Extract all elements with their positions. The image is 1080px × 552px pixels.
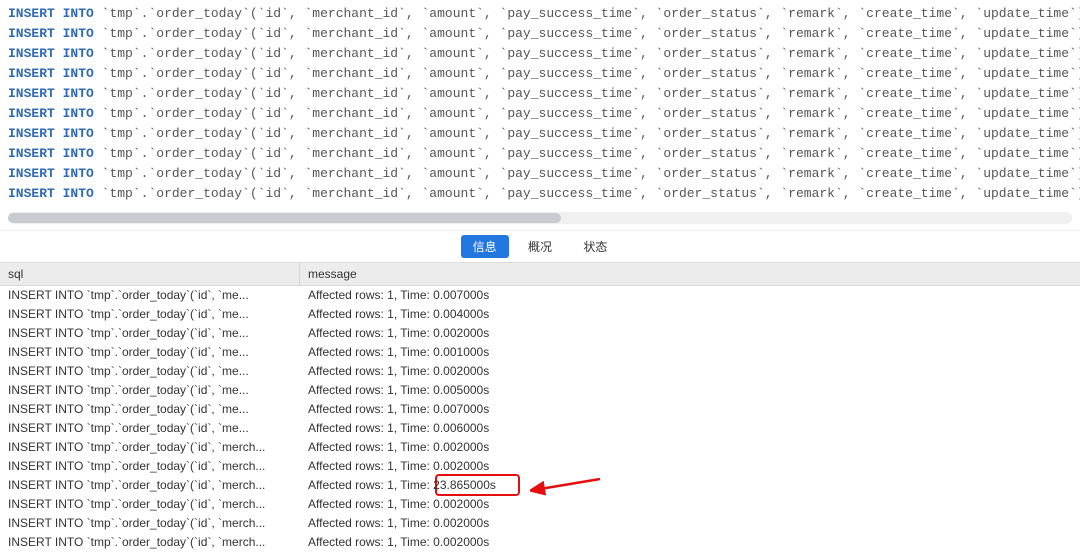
- result-row[interactable]: INSERT INTO `tmp`.`order_today`(`id`, `m…: [0, 495, 1080, 514]
- result-message-cell: Affected rows: 1, Time: 0.002000s: [300, 362, 1080, 381]
- sql-line[interactable]: INSERT INTO `tmp`.`order_today`(`id`, `m…: [8, 124, 1072, 144]
- result-message-cell: Affected rows: 1, Time: 0.004000s: [300, 305, 1080, 324]
- result-row[interactable]: INSERT INTO `tmp`.`order_today`(`id`, `m…: [0, 362, 1080, 381]
- result-sql-cell: INSERT INTO `tmp`.`order_today`(`id`, `m…: [0, 419, 300, 438]
- sql-keyword-into: INTO: [63, 106, 94, 121]
- sql-keyword-insert: INSERT: [8, 66, 55, 81]
- result-row[interactable]: INSERT INTO `tmp`.`order_today`(`id`, `m…: [0, 381, 1080, 400]
- sql-text: `tmp`.`order_today`(`id`, `merchant_id`,…: [102, 126, 1080, 141]
- sql-text: `tmp`.`order_today`(`id`, `merchant_id`,…: [102, 146, 1080, 161]
- result-sql-cell: INSERT INTO `tmp`.`order_today`(`id`, `m…: [0, 476, 300, 495]
- sql-keyword-insert: INSERT: [8, 186, 55, 201]
- result-tabs: 信息 概况 状态: [0, 230, 1080, 263]
- scrollbar-thumb[interactable]: [8, 213, 561, 223]
- tab-status[interactable]: 状态: [571, 235, 619, 258]
- sql-line[interactable]: INSERT INTO `tmp`.`order_today`(`id`, `m…: [8, 44, 1072, 64]
- sql-keyword-into: INTO: [63, 66, 94, 81]
- result-row[interactable]: INSERT INTO `tmp`.`order_today`(`id`, `m…: [0, 286, 1080, 305]
- sql-line[interactable]: INSERT INTO `tmp`.`order_today`(`id`, `m…: [8, 164, 1072, 184]
- sql-line[interactable]: INSERT INTO `tmp`.`order_today`(`id`, `m…: [8, 84, 1072, 104]
- tab-overview[interactable]: 概况: [516, 235, 564, 258]
- sql-keyword-insert: INSERT: [8, 6, 55, 21]
- result-sql-cell: INSERT INTO `tmp`.`order_today`(`id`, `m…: [0, 533, 300, 552]
- result-sql-cell: INSERT INTO `tmp`.`order_today`(`id`, `m…: [0, 362, 300, 381]
- tab-info[interactable]: 信息: [461, 235, 509, 258]
- column-header-sql[interactable]: sql: [0, 263, 300, 285]
- sql-keyword-insert: INSERT: [8, 26, 55, 41]
- results-header: sql message: [0, 263, 1080, 286]
- sql-keyword-into: INTO: [63, 6, 94, 21]
- horizontal-scrollbar[interactable]: [8, 212, 1072, 224]
- sql-keyword-insert: INSERT: [8, 146, 55, 161]
- sql-text: `tmp`.`order_today`(`id`, `merchant_id`,…: [102, 186, 1080, 201]
- result-message-cell: Affected rows: 1, Time: 0.007000s: [300, 286, 1080, 305]
- sql-keyword-insert: INSERT: [8, 46, 55, 61]
- result-row[interactable]: INSERT INTO `tmp`.`order_today`(`id`, `m…: [0, 305, 1080, 324]
- result-message-cell: Affected rows: 1, Time: 0.005000s: [300, 381, 1080, 400]
- result-sql-cell: INSERT INTO `tmp`.`order_today`(`id`, `m…: [0, 457, 300, 476]
- result-row[interactable]: INSERT INTO `tmp`.`order_today`(`id`, `m…: [0, 343, 1080, 362]
- sql-text: `tmp`.`order_today`(`id`, `merchant_id`,…: [102, 6, 1080, 21]
- result-message-cell: Affected rows: 1, Time: 0.002000s: [300, 324, 1080, 343]
- result-row[interactable]: INSERT INTO `tmp`.`order_today`(`id`, `m…: [0, 457, 1080, 476]
- result-message-cell: Affected rows: 1, Time: 0.002000s: [300, 438, 1080, 457]
- sql-keyword-insert: INSERT: [8, 166, 55, 181]
- result-message-cell: Affected rows: 1, Time: 0.002000s: [300, 495, 1080, 514]
- result-sql-cell: INSERT INTO `tmp`.`order_today`(`id`, `m…: [0, 514, 300, 533]
- sql-keyword-into: INTO: [63, 26, 94, 41]
- sql-keyword-into: INTO: [63, 46, 94, 61]
- column-header-message[interactable]: message: [300, 263, 1080, 285]
- result-sql-cell: INSERT INTO `tmp`.`order_today`(`id`, `m…: [0, 495, 300, 514]
- result-sql-cell: INSERT INTO `tmp`.`order_today`(`id`, `m…: [0, 286, 300, 305]
- result-row[interactable]: INSERT INTO `tmp`.`order_today`(`id`, `m…: [0, 476, 1080, 495]
- result-row[interactable]: INSERT INTO `tmp`.`order_today`(`id`, `m…: [0, 514, 1080, 533]
- result-row[interactable]: INSERT INTO `tmp`.`order_today`(`id`, `m…: [0, 533, 1080, 552]
- sql-keyword-insert: INSERT: [8, 106, 55, 121]
- result-sql-cell: INSERT INTO `tmp`.`order_today`(`id`, `m…: [0, 305, 300, 324]
- result-message-cell: Affected rows: 1, Time: 23.865000s: [300, 476, 1080, 495]
- sql-text: `tmp`.`order_today`(`id`, `merchant_id`,…: [102, 46, 1080, 61]
- results-body: INSERT INTO `tmp`.`order_today`(`id`, `m…: [0, 286, 1080, 552]
- result-time-highlighted: 23.865000s: [433, 478, 496, 492]
- result-sql-cell: INSERT INTO `tmp`.`order_today`(`id`, `m…: [0, 324, 300, 343]
- sql-keyword-into: INTO: [63, 166, 94, 181]
- result-row[interactable]: INSERT INTO `tmp`.`order_today`(`id`, `m…: [0, 438, 1080, 457]
- sql-keyword-into: INTO: [63, 126, 94, 141]
- sql-text: `tmp`.`order_today`(`id`, `merchant_id`,…: [102, 26, 1080, 41]
- result-sql-cell: INSERT INTO `tmp`.`order_today`(`id`, `m…: [0, 400, 300, 419]
- sql-line[interactable]: INSERT INTO `tmp`.`order_today`(`id`, `m…: [8, 64, 1072, 84]
- result-sql-cell: INSERT INTO `tmp`.`order_today`(`id`, `m…: [0, 381, 300, 400]
- result-message-cell: Affected rows: 1, Time: 0.002000s: [300, 457, 1080, 476]
- result-sql-cell: INSERT INTO `tmp`.`order_today`(`id`, `m…: [0, 438, 300, 457]
- sql-line[interactable]: INSERT INTO `tmp`.`order_today`(`id`, `m…: [8, 4, 1072, 24]
- result-row[interactable]: INSERT INTO `tmp`.`order_today`(`id`, `m…: [0, 419, 1080, 438]
- sql-text: `tmp`.`order_today`(`id`, `merchant_id`,…: [102, 86, 1080, 101]
- sql-keyword-into: INTO: [63, 186, 94, 201]
- sql-keyword-insert: INSERT: [8, 126, 55, 141]
- result-message-prefix: Affected rows: 1, Time:: [308, 478, 433, 492]
- result-message-cell: Affected rows: 1, Time: 0.002000s: [300, 533, 1080, 552]
- result-row[interactable]: INSERT INTO `tmp`.`order_today`(`id`, `m…: [0, 400, 1080, 419]
- result-message-cell: Affected rows: 1, Time: 0.007000s: [300, 400, 1080, 419]
- sql-editor[interactable]: INSERT INTO `tmp`.`order_today`(`id`, `m…: [0, 0, 1080, 208]
- result-message-cell: Affected rows: 1, Time: 0.002000s: [300, 514, 1080, 533]
- sql-line[interactable]: INSERT INTO `tmp`.`order_today`(`id`, `m…: [8, 144, 1072, 164]
- result-message-cell: Affected rows: 1, Time: 0.001000s: [300, 343, 1080, 362]
- result-row[interactable]: INSERT INTO `tmp`.`order_today`(`id`, `m…: [0, 324, 1080, 343]
- sql-keyword-into: INTO: [63, 86, 94, 101]
- sql-line[interactable]: INSERT INTO `tmp`.`order_today`(`id`, `m…: [8, 104, 1072, 124]
- sql-line[interactable]: INSERT INTO `tmp`.`order_today`(`id`, `m…: [8, 24, 1072, 44]
- sql-text: `tmp`.`order_today`(`id`, `merchant_id`,…: [102, 106, 1080, 121]
- result-sql-cell: INSERT INTO `tmp`.`order_today`(`id`, `m…: [0, 343, 300, 362]
- result-message-cell: Affected rows: 1, Time: 0.006000s: [300, 419, 1080, 438]
- sql-text: `tmp`.`order_today`(`id`, `merchant_id`,…: [102, 66, 1080, 81]
- sql-text: `tmp`.`order_today`(`id`, `merchant_id`,…: [102, 166, 1080, 181]
- sql-line[interactable]: INSERT INTO `tmp`.`order_today`(`id`, `m…: [8, 184, 1072, 204]
- sql-keyword-insert: INSERT: [8, 86, 55, 101]
- sql-keyword-into: INTO: [63, 146, 94, 161]
